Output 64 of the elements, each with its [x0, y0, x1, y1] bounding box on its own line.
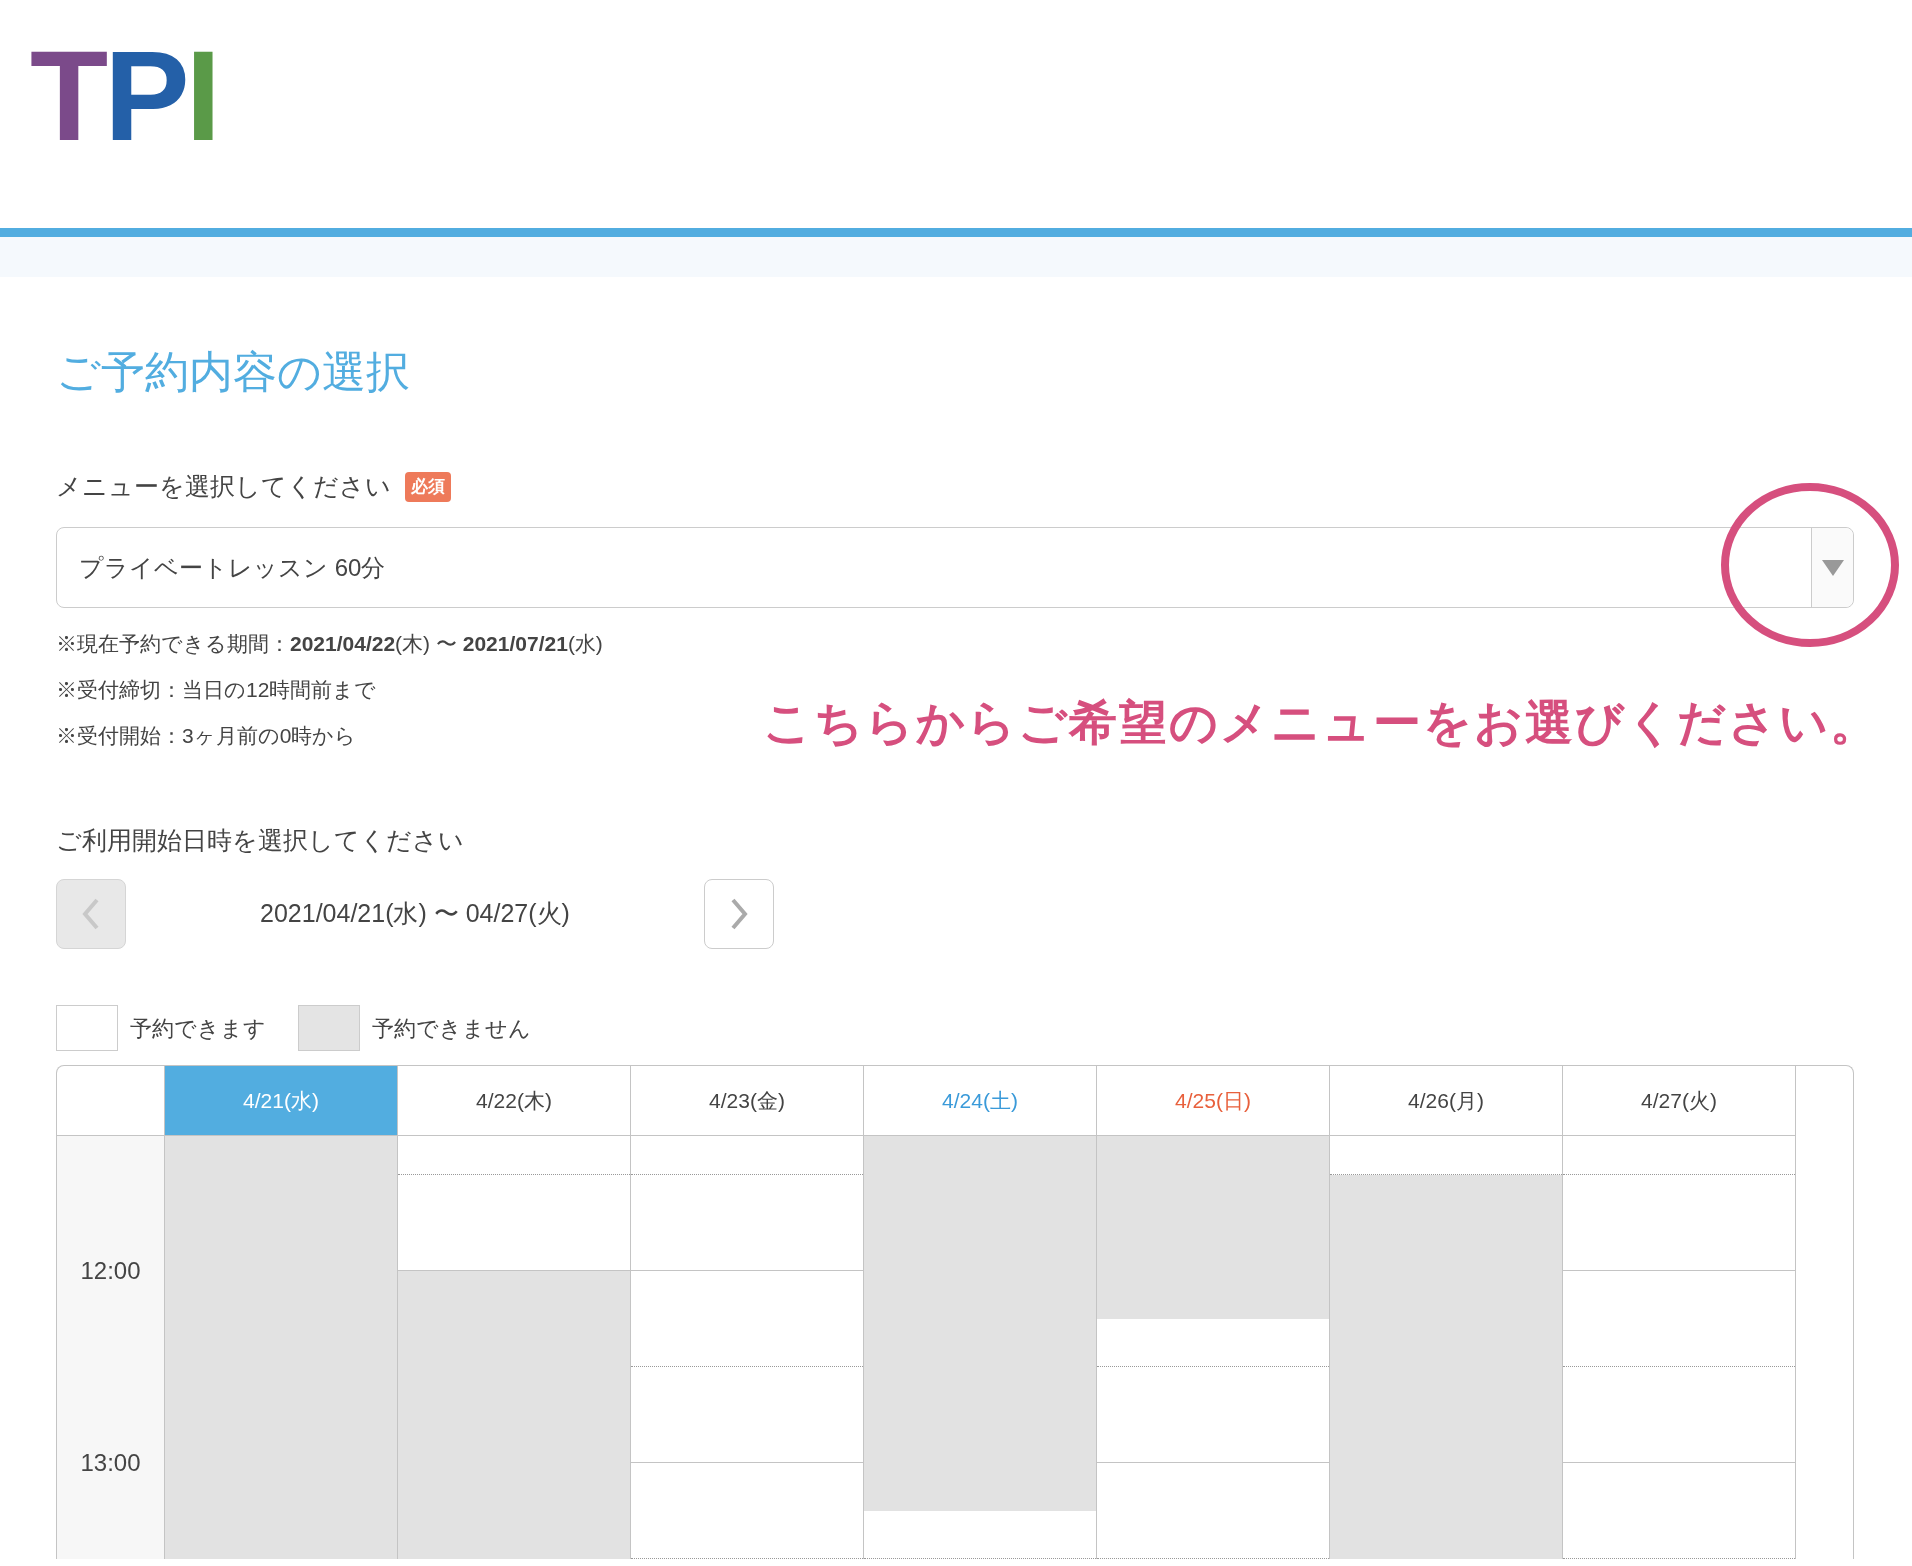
time-slot[interactable]	[631, 1367, 863, 1415]
logo-letter: T	[30, 36, 105, 156]
time-slot[interactable]	[165, 1136, 397, 1175]
note-text: ※受付締切：当日の12時間前まで	[56, 677, 377, 703]
time-slot[interactable]	[1097, 1271, 1329, 1319]
time-slot[interactable]	[1563, 1463, 1795, 1511]
date-label: ご利用開始日時を選択してください	[56, 825, 464, 856]
time-slot[interactable]	[631, 1271, 863, 1319]
page-title: ご予約内容の選択	[56, 346, 410, 398]
time-slot[interactable]	[1097, 1511, 1329, 1559]
time-slot[interactable]	[631, 1136, 863, 1175]
time-label: 13:00	[79, 1448, 142, 1478]
chevron-right-icon	[730, 898, 748, 930]
time-slot[interactable]	[398, 1271, 630, 1319]
menu-label: メニューを選択してください	[56, 471, 391, 503]
annotation-text: こちらからご希望のメニューをお選びください。	[763, 695, 1880, 751]
select-value: プライベートレッスン 60分	[78, 552, 387, 583]
required-badge: 必須	[405, 472, 451, 502]
note-text: ※受付開始：3ヶ月前の0時から	[56, 723, 357, 749]
next-week-button[interactable]	[704, 879, 774, 949]
time-slot[interactable]	[1097, 1319, 1329, 1367]
note-text: ※現在予約できる期間：2021/04/22(木) 〜 2021/07/21(水)	[56, 631, 603, 657]
logo-letter: P	[104, 36, 186, 156]
time-slot[interactable]	[1097, 1136, 1329, 1175]
time-slot[interactable]	[631, 1175, 863, 1223]
chevron-left-icon	[82, 898, 100, 930]
time-slot[interactable]	[1097, 1463, 1329, 1511]
time-slot[interactable]	[1097, 1367, 1329, 1415]
legend-label: 予約できます	[130, 1014, 266, 1043]
day-header[interactable]: 4/23(金)	[631, 1066, 863, 1136]
logo-letter: I	[185, 36, 218, 156]
time-slot[interactable]	[1563, 1223, 1795, 1271]
legend-label: 予約できません	[372, 1014, 531, 1043]
time-slot[interactable]	[1563, 1367, 1795, 1415]
time-slot[interactable]	[1097, 1415, 1329, 1463]
time-slot[interactable]	[1563, 1136, 1795, 1175]
time-slot[interactable]	[1563, 1271, 1795, 1319]
time-slot[interactable]	[1563, 1511, 1795, 1559]
time-slot[interactable]	[864, 1136, 1096, 1175]
time-slot[interactable]	[1330, 1136, 1562, 1175]
time-slot[interactable]	[398, 1136, 630, 1175]
day-header[interactable]: 4/26(月)	[1330, 1066, 1562, 1136]
time-slot[interactable]	[398, 1511, 630, 1559]
day-header[interactable]: 4/27(火)	[1563, 1066, 1795, 1136]
time-slot[interactable]	[864, 1511, 1096, 1559]
time-slot[interactable]	[631, 1511, 863, 1559]
day-header[interactable]: 4/22(木)	[398, 1066, 630, 1136]
time-slot[interactable]	[1330, 1175, 1562, 1223]
time-slot[interactable]	[1563, 1319, 1795, 1367]
time-slot[interactable]	[631, 1463, 863, 1511]
time-slot[interactable]	[398, 1175, 630, 1223]
time-slot[interactable]	[1563, 1175, 1795, 1223]
time-slot[interactable]	[1563, 1415, 1795, 1463]
time-slot[interactable]	[631, 1415, 863, 1463]
time-label: 12:00	[79, 1256, 142, 1286]
time-slot[interactable]	[398, 1223, 630, 1271]
time-slot[interactable]	[864, 1463, 1096, 1511]
time-slot[interactable]	[631, 1223, 863, 1271]
time-slot[interactable]	[165, 1511, 397, 1559]
time-slot[interactable]	[631, 1319, 863, 1367]
date-range: 2021/04/21(水) 〜 04/27(火)	[260, 898, 570, 930]
menu-select[interactable]: プライベートレッスン 60分	[56, 527, 1854, 608]
dropdown-arrow-icon	[1821, 559, 1844, 576]
time-slot[interactable]	[1330, 1511, 1562, 1559]
